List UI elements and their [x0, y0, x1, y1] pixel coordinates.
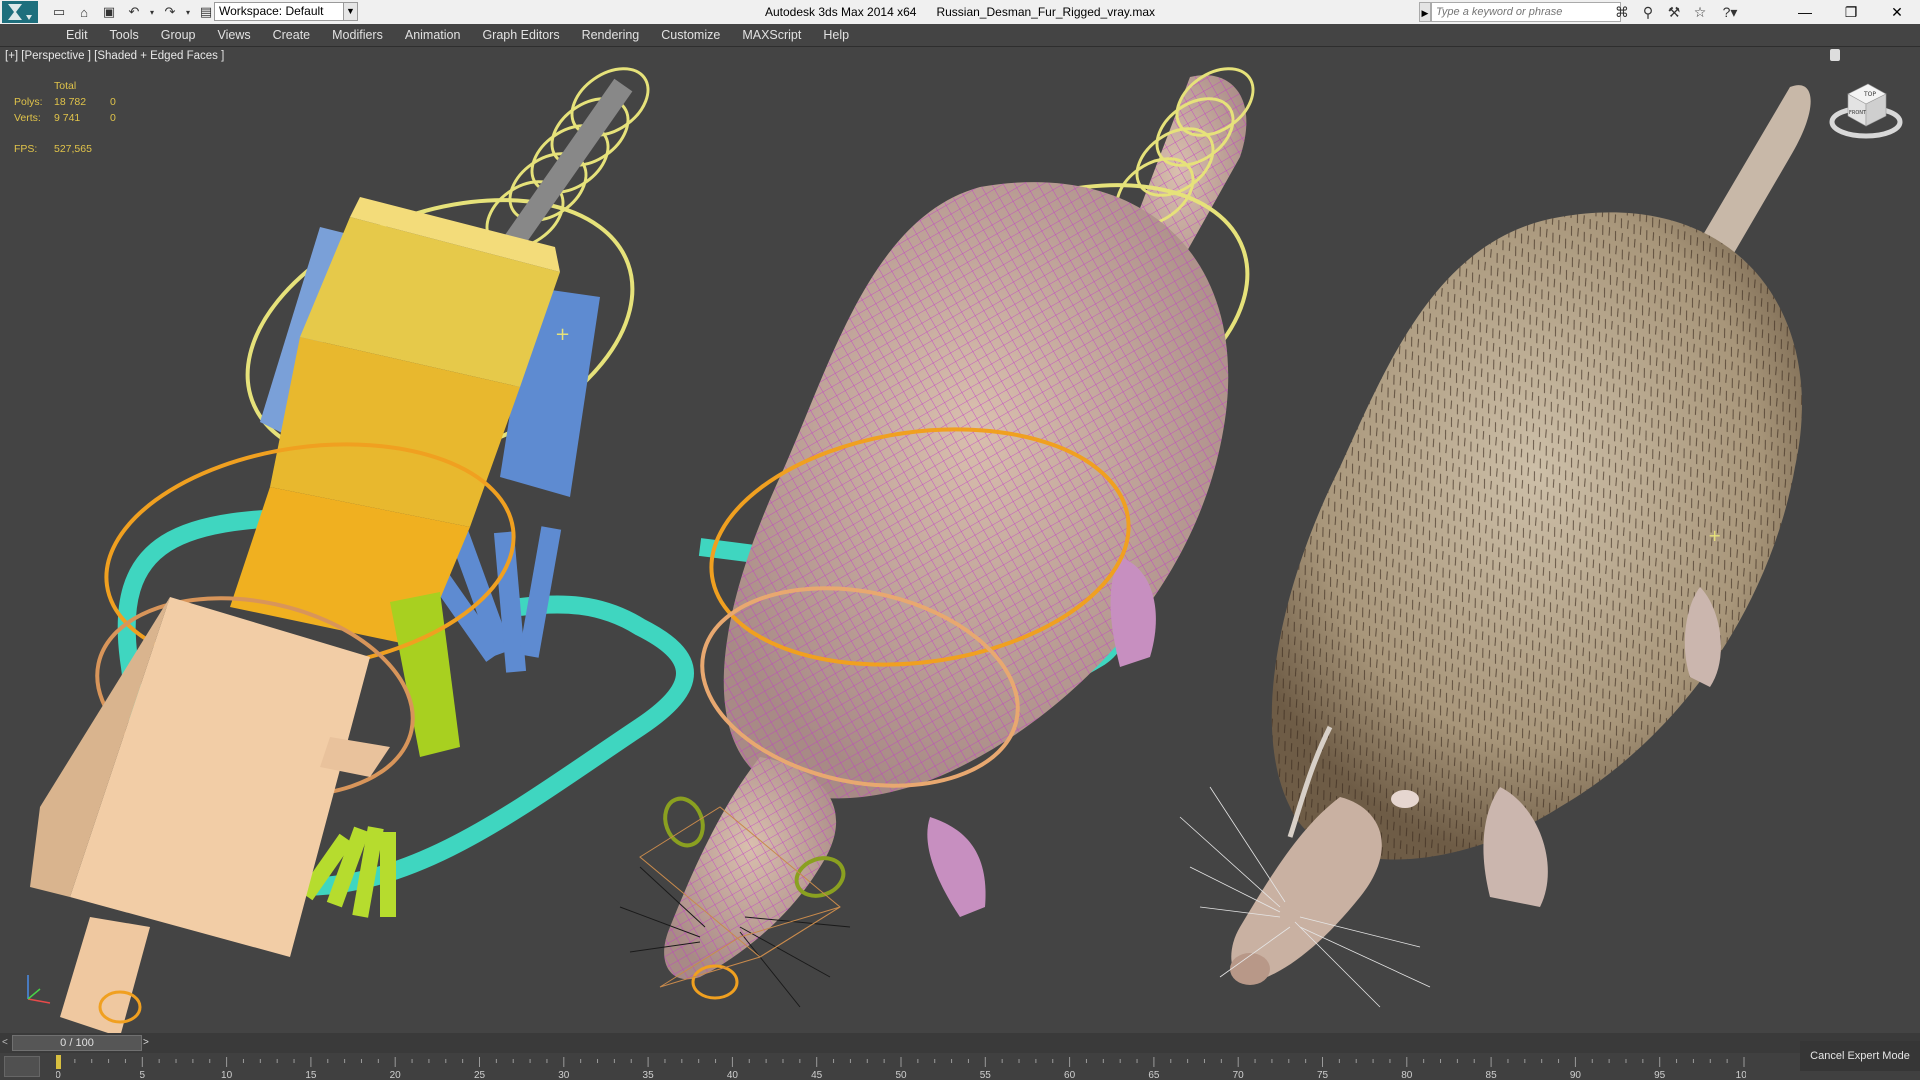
close-icon[interactable]: ✕ — [1874, 0, 1920, 24]
cancel-expert-mode-button[interactable]: Cancel Expert Mode — [1800, 1041, 1920, 1071]
menu-modifiers[interactable]: Modifiers — [321, 24, 394, 46]
3dsmax-logo-icon — [8, 4, 32, 20]
menu-create[interactable]: Create — [262, 24, 322, 46]
file-name: Russian_Desman_Fur_Rigged_vray.max — [936, 5, 1155, 19]
time-slider-thumb[interactable]: 0 / 100 — [12, 1035, 142, 1051]
restore-icon[interactable]: ❐ — [1828, 0, 1874, 24]
svg-text:+: + — [555, 324, 570, 345]
new-file-icon[interactable]: ▭ — [48, 2, 70, 22]
menu-rendering[interactable]: Rendering — [571, 24, 651, 46]
workspace-dropdown[interactable]: Workspace: Default — [214, 2, 358, 21]
communication-center-icon[interactable]: ⚒ — [1664, 2, 1684, 22]
frame-tick-label: 5 — [140, 1070, 146, 1080]
frame-tick-label: 15 — [305, 1070, 317, 1080]
frame-tick-label: 100 — [1736, 1070, 1746, 1080]
search-input[interactable] — [1431, 2, 1621, 22]
frame-tick-label: 60 — [1064, 1070, 1076, 1080]
menu-animation[interactable]: Animation — [394, 24, 472, 46]
title-bar: ▭ ⌂ ▣ ↶ ▾ ↷ ▾ ▤ Workspace: Default ▼ Aut… — [0, 0, 1920, 25]
frame-tick-label: 55 — [980, 1070, 992, 1080]
chevron-right-icon[interactable]: > — [143, 1035, 153, 1051]
help-icon[interactable]: ?▾ — [1716, 2, 1744, 22]
frame-tick-label: 90 — [1570, 1070, 1582, 1080]
binoculars-icon[interactable]: ⌘ — [1612, 2, 1632, 22]
frame-tick-label: 35 — [643, 1070, 655, 1080]
track-bar[interactable]: 0 5 10 15 20 25 30 35 40 45 50 55 60 65 70 75 80 85 90 95 10… — [0, 1053, 1920, 1080]
quick-access-toolbar: ▭ ⌂ ▣ ↶ ▾ ↷ ▾ ▤ — [48, 2, 217, 22]
rig-bones-model[interactable] — [30, 55, 694, 1033]
time-slider[interactable]: < 0 / 100 > — [0, 1033, 1920, 1053]
frame-tick-label: 30 — [558, 1070, 570, 1080]
mini-curve-editor-icon[interactable] — [4, 1056, 40, 1077]
svg-text:+: + — [1708, 526, 1721, 545]
frame-tick-label: 20 — [390, 1070, 402, 1080]
save-file-icon[interactable]: ▣ — [98, 2, 120, 22]
furred-desman-model[interactable]: + — [1179, 85, 1811, 1008]
app-menu-button[interactable] — [2, 1, 38, 23]
viewcube-front-label: FRONT — [1849, 110, 1867, 116]
frame-tick-label: 25 — [474, 1070, 486, 1080]
menu-graph-editors[interactable]: Graph Editors — [471, 24, 570, 46]
scene-render[interactable]: + + — [0, 47, 1920, 1033]
menu-group[interactable]: Group — [150, 24, 207, 46]
frame-tick-label: 80 — [1401, 1070, 1413, 1080]
frame-tick-label: 65 — [1148, 1070, 1160, 1080]
frame-tick-label: 50 — [895, 1070, 907, 1080]
menu-edit[interactable]: Edit — [55, 24, 99, 46]
menu-maxscript[interactable]: MAXScript — [731, 24, 812, 46]
search-expand-icon[interactable]: ▶ — [1419, 2, 1431, 22]
undo-dropdown-icon[interactable]: ▾ — [148, 2, 156, 22]
frame-tick-label: 45 — [811, 1070, 823, 1080]
viewcube-top-label: TOP — [1863, 91, 1876, 98]
frame-tick-label: 75 — [1317, 1070, 1329, 1080]
menu-views[interactable]: Views — [206, 24, 261, 46]
open-file-icon[interactable]: ⌂ — [73, 2, 95, 22]
current-frame-marker[interactable] — [56, 1055, 61, 1069]
menu-customize[interactable]: Customize — [650, 24, 731, 46]
menu-bar: Edit Tools Group Views Create Modifiers Animat… — [0, 24, 1920, 47]
menu-tools[interactable]: Tools — [99, 24, 150, 46]
viewcube[interactable]: TOP FRONT — [1826, 74, 1906, 144]
rigged-mesh-model[interactable] — [619, 55, 1284, 1008]
perspective-viewport[interactable]: [+] [Perspective ] [Shaded + Edged Faces… — [0, 47, 1920, 1033]
frame-tick-label: 95 — [1654, 1070, 1666, 1080]
frame-tick-label: 85 — [1486, 1070, 1498, 1080]
minimize-icon[interactable]: — — [1782, 0, 1828, 24]
favorites-star-icon[interactable]: ☆ — [1690, 2, 1710, 22]
frame-tick-label: 0 — [56, 1070, 61, 1080]
chevron-left-icon[interactable]: < — [2, 1035, 12, 1051]
chevron-down-icon[interactable]: ▼ — [343, 2, 358, 21]
undo-icon[interactable]: ↶ — [123, 2, 145, 22]
redo-dropdown-icon[interactable]: ▾ — [184, 2, 192, 22]
subscription-key-icon[interactable]: ⚲ — [1638, 2, 1658, 22]
frame-tick-label: 40 — [727, 1070, 739, 1080]
axis-tripod-icon — [27, 975, 51, 1004]
track-bar-scale[interactable]: 0 5 10 15 20 25 30 35 40 45 50 55 60 65 70 75 80 85 90 95 10… — [56, 1053, 1746, 1080]
menu-help[interactable]: Help — [812, 24, 860, 46]
app-name: Autodesk 3ds Max 2014 x64 — [765, 5, 917, 19]
redo-icon[interactable]: ↷ — [159, 2, 181, 22]
frame-tick-label: 10 — [221, 1070, 233, 1080]
frame-tick-label: 70 — [1233, 1070, 1245, 1080]
